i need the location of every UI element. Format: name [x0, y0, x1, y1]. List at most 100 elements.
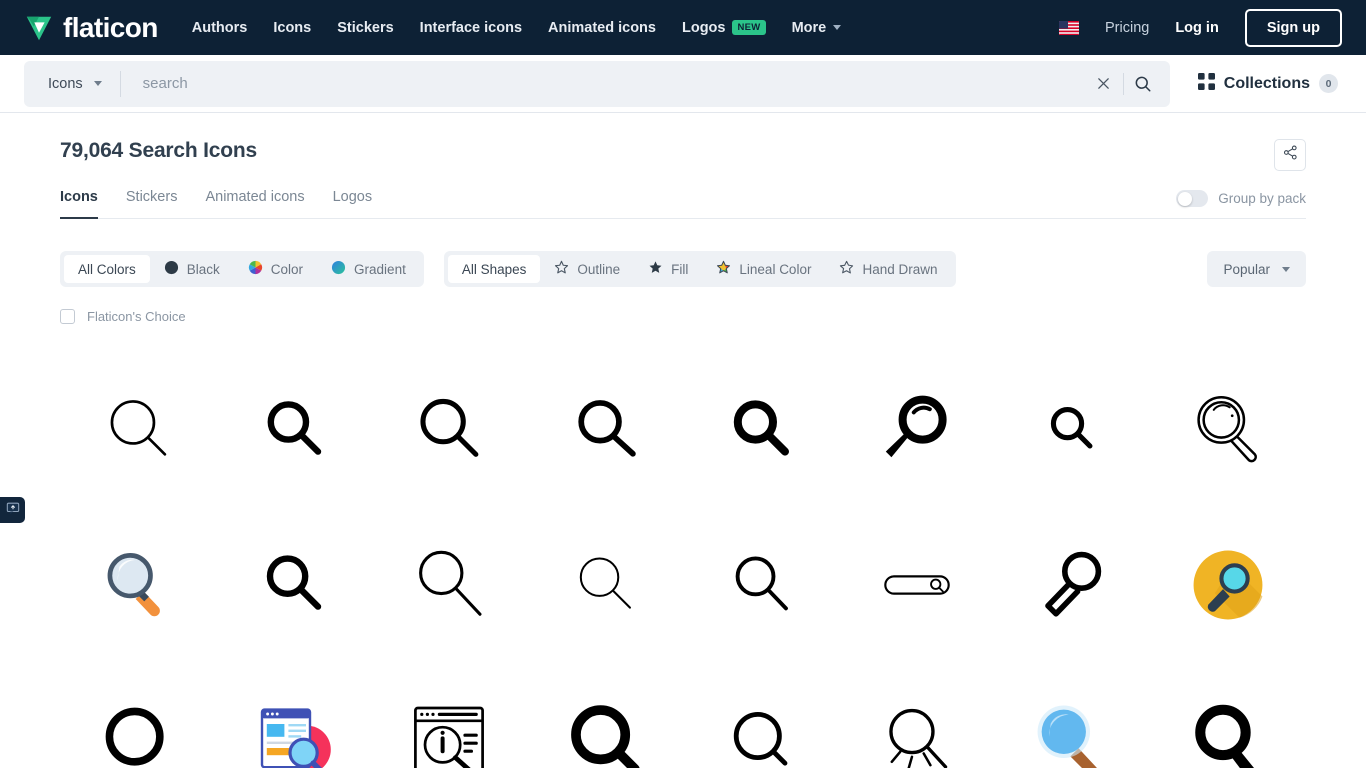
- icon-card[interactable]: [527, 662, 683, 768]
- brand-logo-link[interactable]: flaticon: [24, 13, 158, 43]
- nav-item-authors[interactable]: Authors: [192, 20, 248, 36]
- filter-black[interactable]: Black: [150, 255, 234, 283]
- black-circle-icon: [164, 260, 179, 278]
- flaticons-choice-label: Flaticon's Choice: [87, 309, 186, 324]
- group-by-pack-toggle[interactable]: [1176, 190, 1209, 207]
- group-by-pack-control: Group by pack: [1176, 190, 1306, 217]
- icon-card[interactable]: [1150, 662, 1306, 768]
- filter-all-colors[interactable]: All Colors: [64, 255, 150, 283]
- filter-hand-drawn-label: Hand Drawn: [862, 261, 938, 277]
- results-header: 79,064 Search Icons: [60, 113, 1306, 171]
- search-input[interactable]: [120, 74, 1085, 93]
- collections-button[interactable]: Collections 0: [1197, 72, 1342, 95]
- page-title: 79,064 Search Icons: [60, 139, 257, 162]
- filter-fill[interactable]: Fill: [634, 255, 702, 283]
- icon-card[interactable]: [995, 662, 1151, 768]
- icon-card[interactable]: [216, 507, 372, 662]
- sort-dropdown[interactable]: Popular: [1207, 251, 1306, 287]
- nav-item-authors-label: Authors: [191, 19, 248, 36]
- icon-card[interactable]: [683, 352, 839, 507]
- primary-nav-links: Authors Icons Stickers Interface icons A…: [192, 20, 842, 36]
- tab-logos-label: Logos: [332, 189, 373, 205]
- main-content: 79,064 Search Icons Icons Stickers Anima…: [0, 113, 1366, 768]
- collections-label: Collections: [1223, 74, 1310, 92]
- nav-item-more[interactable]: More: [792, 20, 842, 36]
- icon-card[interactable]: [60, 352, 216, 507]
- nav-item-animated-icons-label: Animated icons: [548, 19, 656, 36]
- nav-item-icons[interactable]: Icons: [273, 20, 311, 36]
- sort-label: Popular: [1223, 261, 1270, 277]
- tab-animated-icons-label: Animated icons: [205, 189, 305, 205]
- flaticon-logo-icon: [24, 13, 54, 43]
- icon-card[interactable]: [995, 507, 1151, 662]
- results-tabs: Icons Stickers Animated icons Logos: [60, 189, 373, 219]
- star-lineal-color-icon: [716, 260, 731, 278]
- top-navigation-bar: flaticon Authors Icons Stickers Interfac…: [0, 0, 1366, 55]
- filter-color[interactable]: Color: [234, 255, 317, 283]
- share-button[interactable]: [1274, 139, 1306, 171]
- icon-card[interactable]: [839, 662, 995, 768]
- nav-item-logos[interactable]: Logos NEW: [682, 20, 766, 36]
- color-wheel-icon: [248, 260, 263, 278]
- filter-lineal-color-label: Lineal Color: [739, 261, 812, 277]
- icon-card[interactable]: [216, 352, 372, 507]
- group-by-pack-label: Group by pack: [1218, 191, 1306, 206]
- icon-card[interactable]: [683, 507, 839, 662]
- filter-lineal-color[interactable]: Lineal Color: [702, 255, 825, 283]
- icon-card[interactable]: [60, 507, 216, 662]
- filter-gradient[interactable]: Gradient: [317, 255, 420, 283]
- chevron-down-icon: [1282, 266, 1290, 272]
- icon-card[interactable]: [527, 507, 683, 662]
- brand-wordmark: flaticon: [63, 11, 158, 43]
- icon-card[interactable]: [1150, 352, 1306, 507]
- tab-stickers[interactable]: Stickers: [126, 189, 178, 219]
- filter-hand-drawn[interactable]: Hand Drawn: [825, 255, 951, 283]
- filter-outline[interactable]: Outline: [540, 255, 634, 283]
- filter-all-shapes-label: All Shapes: [461, 261, 527, 277]
- nav-item-animated-icons[interactable]: Animated icons: [548, 20, 656, 36]
- icon-card[interactable]: [1150, 507, 1306, 662]
- icon-card[interactable]: [527, 352, 683, 507]
- nav-item-pricing[interactable]: Pricing: [1105, 20, 1149, 36]
- feedback-tab-button[interactable]: [0, 497, 25, 523]
- nav-item-interface-icons-label: Interface icons: [419, 19, 523, 36]
- tab-logos[interactable]: Logos: [333, 189, 373, 219]
- chevron-down-icon: [833, 25, 842, 30]
- us-flag-icon[interactable]: [1059, 20, 1079, 35]
- icon-card[interactable]: [372, 507, 528, 662]
- login-link[interactable]: Log in: [1175, 20, 1219, 36]
- icon-card[interactable]: [839, 507, 995, 662]
- clear-search-icon[interactable]: [1085, 65, 1123, 103]
- filter-all-colors-label: All Colors: [78, 261, 136, 277]
- nav-item-stickers-label: Stickers: [337, 19, 394, 36]
- gradient-circle-icon: [331, 260, 346, 278]
- icon-card[interactable]: [372, 662, 528, 768]
- chevron-down-icon: [93, 81, 102, 86]
- tab-stickers-label: Stickers: [125, 189, 178, 205]
- signup-button[interactable]: Sign up: [1244, 8, 1342, 47]
- nav-item-more-label: More: [791, 19, 827, 36]
- nav-item-stickers[interactable]: Stickers: [337, 20, 393, 36]
- star-hand-drawn-icon: [839, 260, 854, 278]
- flaticons-choice-checkbox[interactable]: [60, 309, 75, 324]
- nav-item-interface-icons[interactable]: Interface icons: [420, 20, 522, 36]
- filter-all-shapes[interactable]: All Shapes: [447, 255, 541, 283]
- icon-card[interactable]: [839, 352, 995, 507]
- filter-color-label: Color: [270, 261, 304, 277]
- icon-card[interactable]: [995, 352, 1151, 507]
- color-filter-group: All Colors Black Color Gradient: [60, 251, 424, 287]
- icon-card[interactable]: [60, 662, 216, 768]
- icon-card[interactable]: [683, 662, 839, 768]
- results-tabs-row: Icons Stickers Animated icons Logos Grou…: [60, 189, 1306, 219]
- search-box: Icons: [24, 60, 1170, 107]
- star-fill-icon: [648, 260, 663, 278]
- search-submit-icon[interactable]: [1124, 65, 1162, 103]
- toggle-knob: [1177, 191, 1192, 206]
- search-scope-dropdown[interactable]: Icons: [24, 70, 121, 97]
- nav-item-icons-label: Icons: [273, 19, 312, 36]
- icon-card[interactable]: [372, 352, 528, 507]
- tab-icons[interactable]: Icons: [60, 189, 98, 219]
- nav-right-group: Pricing Log in Sign up: [1059, 8, 1342, 47]
- icon-card[interactable]: [216, 662, 372, 768]
- tab-animated-icons[interactable]: Animated icons: [205, 189, 304, 219]
